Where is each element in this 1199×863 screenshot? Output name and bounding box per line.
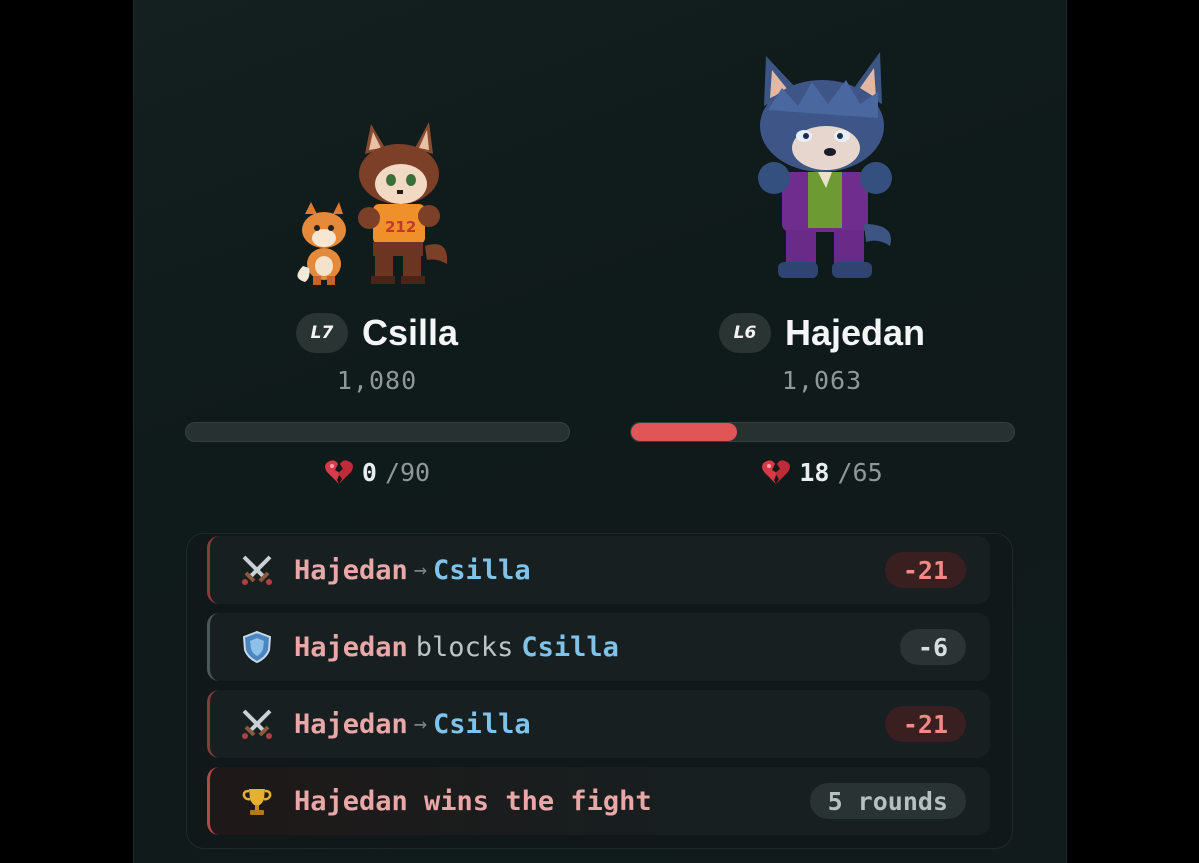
hp-readout: 0 /90 bbox=[177, 456, 577, 488]
level-badge: L7 bbox=[295, 313, 348, 353]
hp-current: 18 bbox=[799, 457, 830, 487]
hp-readout: 18 /65 bbox=[622, 456, 1022, 488]
log-verb: blocks bbox=[415, 631, 514, 663]
rounds-badge: 5 rounds bbox=[809, 783, 966, 819]
hp-max: /90 bbox=[384, 457, 431, 487]
damage-badge: -6 bbox=[899, 629, 966, 665]
log-arrow: → bbox=[413, 557, 428, 583]
log-actor: Hajedan bbox=[294, 554, 408, 586]
hp-max: /65 bbox=[837, 457, 883, 487]
log-arrow: → bbox=[413, 711, 428, 737]
log-entry-attack: Hajedan → Csilla -21 bbox=[207, 690, 990, 758]
level-badge: L6 bbox=[718, 313, 771, 353]
damage-badge: -21 bbox=[884, 552, 966, 588]
hp-bar-fill bbox=[631, 423, 738, 441]
log-entry-attack: Hajedan → Csilla -21 bbox=[207, 536, 990, 604]
shield-icon bbox=[240, 630, 274, 664]
log-entry-result: Hajedan wins the fight 5 rounds bbox=[207, 767, 990, 835]
log-target: Csilla bbox=[521, 631, 619, 663]
blue-wolf-sprite bbox=[758, 52, 892, 278]
fighter-score: 1,063 bbox=[781, 366, 863, 395]
log-target: Csilla bbox=[433, 554, 531, 586]
result-text: Hajedan wins the fight bbox=[294, 785, 652, 817]
crossed-swords-icon bbox=[240, 553, 274, 587]
fighter-name-row: L6 Hajedan bbox=[622, 310, 1022, 356]
log-actor: Hajedan bbox=[294, 708, 408, 740]
hp-bar bbox=[185, 422, 570, 442]
broken-heart-icon bbox=[324, 460, 353, 484]
trophy-icon bbox=[240, 784, 274, 818]
damage-badge: -21 bbox=[884, 706, 966, 742]
fighter-name: Hajedan bbox=[784, 312, 926, 353]
log-target: Csilla bbox=[433, 708, 531, 740]
fighter-name-row: L7 Csilla bbox=[177, 310, 577, 356]
battle-log: Hajedan → Csilla -21 Hajedan blocks Csil… bbox=[186, 533, 1013, 849]
wolf-with-fox-sprite: 212 bbox=[297, 122, 448, 285]
hp-bar bbox=[630, 422, 1015, 442]
fighter-name: Csilla bbox=[361, 312, 459, 353]
crossed-swords-icon bbox=[240, 707, 274, 741]
hp-current: 0 bbox=[361, 457, 377, 487]
broken-heart-icon bbox=[762, 460, 791, 484]
log-actor: Hajedan bbox=[294, 631, 408, 663]
fighter-score: 1,080 bbox=[336, 366, 418, 395]
svg-text:212: 212 bbox=[385, 218, 416, 236]
log-entry-block: Hajedan blocks Csilla -6 bbox=[207, 613, 990, 681]
